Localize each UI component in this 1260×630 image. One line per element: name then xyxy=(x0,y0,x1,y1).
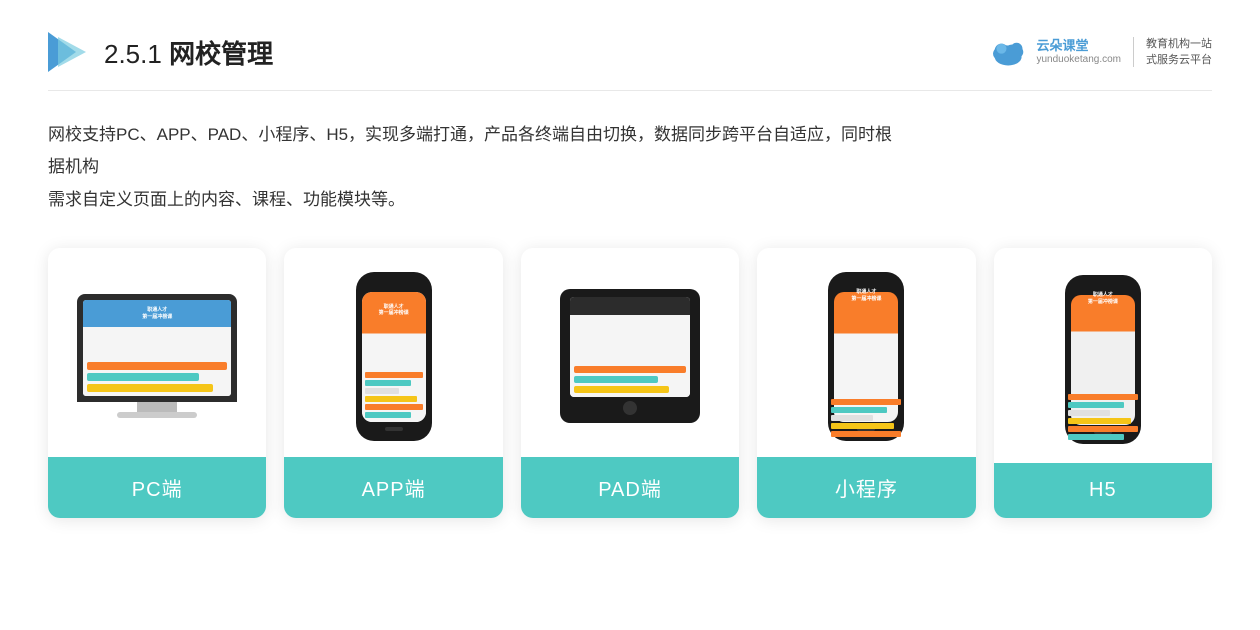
miniapp-phone-outer: 职通人才第一届冲榜课 xyxy=(828,272,904,441)
card-label-app: APP端 xyxy=(284,457,502,518)
logo-arrow-icon xyxy=(48,32,88,72)
miniapp-phone-screen: 职通人才第一届冲榜课 xyxy=(834,292,898,422)
pc-screen-inner: 职通人才第一届冲榜课 xyxy=(83,300,231,396)
pad-mockup-area xyxy=(544,248,716,457)
pc-base xyxy=(117,412,197,418)
header-right: 云朵课堂 yunduoketang.com 教育机构一站 式服务云平台 xyxy=(988,34,1212,70)
h5-phone-outer: 职通人才第一届冲榜课 xyxy=(1065,275,1141,444)
pc-hero-text: 职通人才第一届冲榜课 xyxy=(142,307,172,320)
h5-bar-3 xyxy=(1071,410,1110,416)
description: 网校支持PC、APP、PAD、小程序、H5，实现多端打通，产品各终端自由切换，数… xyxy=(48,119,908,216)
brand-divider xyxy=(1133,37,1134,67)
card-label-pad: PAD端 xyxy=(521,457,739,518)
miniapp-screen-content: 职通人才第一届冲榜课 xyxy=(834,292,898,422)
app-bar-2 xyxy=(365,380,411,386)
h5-phone-screen: 职通人才第一届冲榜课 xyxy=(1071,295,1135,425)
card-miniapp: 职通人才第一届冲榜课 xyxy=(757,248,975,518)
brand-name: 云朵课堂 xyxy=(1036,38,1088,54)
miniapp-bar-2 xyxy=(834,407,887,413)
pad-bars xyxy=(574,366,686,393)
app-header-bar: 职通人才第一届冲榜课 xyxy=(362,292,426,328)
header-left: 2.5.1 网校管理 xyxy=(48,32,273,72)
miniapp-mockup-area: 职通人才第一届冲榜课 xyxy=(812,248,920,457)
h5-phone-mockup: 职通人才第一届冲榜课 xyxy=(1065,275,1141,444)
h5-screen-content: 职通人才第一届冲榜课 xyxy=(1071,295,1135,425)
pc-bar-2 xyxy=(87,373,199,381)
header: 2.5.1 网校管理 云朵课堂 yunduoketang.com xyxy=(48,32,1212,91)
pc-mockup-area: 职通人才第一届冲榜课 xyxy=(61,248,253,457)
h5-hero-text: 职通人才第一届冲榜课 xyxy=(1088,295,1118,305)
pad-screen xyxy=(570,297,690,397)
app-phone-outer: 职通人才第一届冲榜课 xyxy=(356,272,432,441)
card-h5: 职通人才第一届冲榜课 xyxy=(994,248,1212,518)
h5-phone-bars xyxy=(1071,394,1135,425)
miniapp-bar-3 xyxy=(834,415,873,421)
brand-slogan: 教育机构一站 式服务云平台 xyxy=(1146,36,1212,69)
pad-outer xyxy=(560,289,700,423)
miniapp-phone-mockup: 职通人才第一届冲榜课 xyxy=(828,272,904,441)
pad-home-btn xyxy=(623,401,637,415)
card-label-h5: H5 xyxy=(994,463,1212,518)
miniapp-hero-text: 职通人才第一届冲榜课 xyxy=(851,292,881,302)
pad-bar-1 xyxy=(574,366,686,373)
card-pad: PAD端 xyxy=(521,248,739,518)
app-bar-4 xyxy=(365,396,417,402)
card-app: 职通人才第一届冲榜课 xyxy=(284,248,502,518)
pad-bar-2 xyxy=(574,376,658,383)
app-phone-screen: 职通人才第一届冲榜课 xyxy=(362,292,426,422)
page-title: 2.5.1 网校管理 xyxy=(104,34,273,71)
app-bar-5 xyxy=(365,404,423,410)
h5-bar-2 xyxy=(1071,402,1124,408)
pad-bar-3 xyxy=(574,386,669,393)
pc-stand xyxy=(137,402,177,412)
cards-grid: 职通人才第一届冲榜课 xyxy=(48,248,1212,518)
brand-logo: 云朵课堂 yunduoketang.com 教育机构一站 式服务云平台 xyxy=(988,34,1212,70)
brand-cloud-icon xyxy=(988,34,1030,70)
pc-bar-1 xyxy=(87,362,227,370)
pc-screen-content: 职通人才第一届冲榜课 xyxy=(83,300,231,396)
page-container: 2.5.1 网校管理 云朵课堂 yunduoketang.com xyxy=(0,0,1260,630)
app-bar-1 xyxy=(365,372,423,378)
app-screen-content: 职通人才第一届冲榜课 xyxy=(362,292,426,422)
miniapp-phone-bars xyxy=(834,399,898,422)
brand-text-block: 云朵课堂 yunduoketang.com xyxy=(1036,38,1121,66)
pc-header-bar: 职通人才第一届冲榜课 xyxy=(83,300,231,327)
app-hero-text: 职通人才第一届冲榜课 xyxy=(379,304,409,317)
app-mockup-area: 职通人才第一届冲榜课 xyxy=(340,248,448,457)
miniapp-header-bar: 职通人才第一届冲榜课 xyxy=(834,292,898,319)
miniapp-bar-1 xyxy=(834,399,898,405)
card-label-pc: PC端 xyxy=(48,457,266,518)
pc-content-bars xyxy=(87,362,227,392)
app-phone-bars xyxy=(365,372,423,418)
h5-mockup-area: 职通人才第一届冲榜课 xyxy=(1049,248,1157,463)
app-home-btn xyxy=(385,427,403,431)
app-bar-3 xyxy=(365,388,400,394)
h5-bar-1 xyxy=(1071,394,1135,400)
pad-device-mockup xyxy=(560,289,700,423)
app-bar-6 xyxy=(365,412,411,418)
h5-header-bar: 职通人才第一届冲榜课 xyxy=(1071,295,1135,322)
pc-screen-outer: 职通人才第一届冲榜课 xyxy=(77,294,237,402)
app-phone-mockup: 职通人才第一届冲榜课 xyxy=(356,272,432,441)
h5-bar-4 xyxy=(1071,418,1131,424)
card-label-miniapp: 小程序 xyxy=(757,457,975,518)
pc-mockup: 职通人才第一届冲榜课 xyxy=(77,294,237,418)
pc-bar-3 xyxy=(87,384,213,392)
brand-url: yunduoketang.com xyxy=(1036,54,1121,66)
app-phone-notch xyxy=(382,282,406,288)
pad-screen-content xyxy=(570,297,690,397)
card-pc: 职通人才第一届冲榜课 xyxy=(48,248,266,518)
